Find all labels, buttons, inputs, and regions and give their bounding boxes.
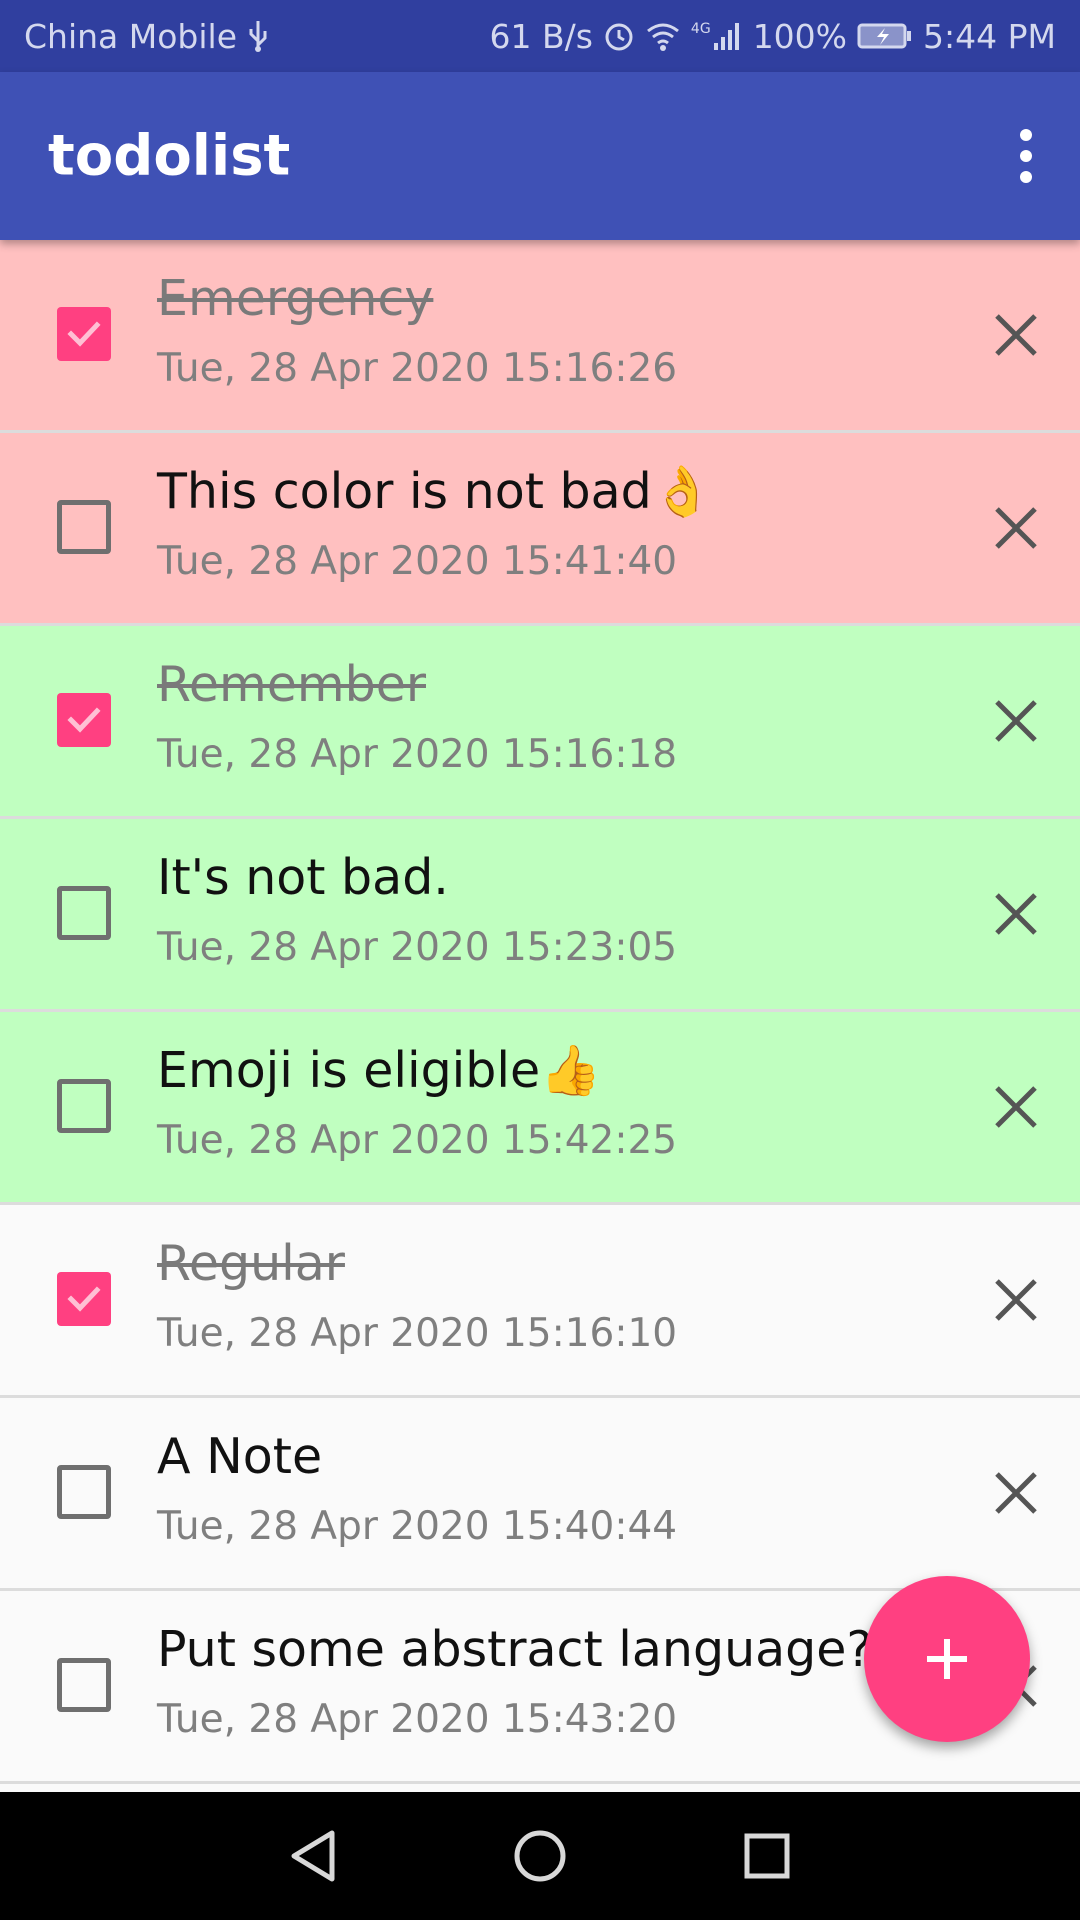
- delete-button[interactable]: [988, 886, 1044, 942]
- todo-title: Regular: [157, 1235, 345, 1292]
- todo-title: It's not bad.: [157, 849, 449, 906]
- delete-button[interactable]: [988, 1079, 1044, 1135]
- close-icon: [995, 893, 1037, 935]
- list-item[interactable]: Emoji is eligible👍 Tue, 28 Apr 2020 15:42…: [0, 1012, 1080, 1205]
- navigation-bar: [0, 1792, 1080, 1920]
- recents-icon: [744, 1833, 790, 1879]
- close-icon: [995, 700, 1037, 742]
- add-icon: [927, 1639, 967, 1679]
- list-item[interactable]: Remember Tue, 28 Apr 2020 15:16:18: [0, 626, 1080, 819]
- clock: 5:44 PM: [923, 16, 1056, 56]
- todo-date: Tue, 28 Apr 2020 15:23:05: [157, 925, 678, 970]
- signal-icon: 4G: [691, 21, 743, 51]
- wifi-icon: [645, 21, 681, 51]
- checkbox-checked[interactable]: [57, 693, 111, 747]
- status-bar-right: 61 B/s 4G 100% 5:44 PM: [489, 17, 1056, 56]
- delete-button[interactable]: [988, 307, 1044, 363]
- todo-title: Put some abstract language??: [157, 1621, 899, 1678]
- todo-date: Tue, 28 Apr 2020 15:41:40: [157, 539, 678, 584]
- todo-date: Tue, 28 Apr 2020 15:43:20: [157, 1697, 678, 1742]
- todo-date: Tue, 28 Apr 2020 15:16:18: [157, 732, 678, 777]
- status-bar-left: China Mobile: [24, 17, 269, 56]
- checkbox[interactable]: [57, 500, 111, 554]
- todo-title: Emergency: [157, 270, 434, 327]
- back-button[interactable]: [268, 1811, 358, 1901]
- close-icon: [995, 1472, 1037, 1514]
- delete-button[interactable]: [988, 693, 1044, 749]
- todo-date: Tue, 28 Apr 2020 15:42:25: [157, 1118, 678, 1163]
- network-type: 4G: [690, 21, 711, 37]
- back-icon: [291, 1830, 335, 1882]
- todo-title: This color is not bad👌: [157, 463, 713, 520]
- delete-button[interactable]: [988, 1272, 1044, 1328]
- list-item[interactable]: This color is not bad👌 Tue, 28 Apr 2020 1…: [0, 433, 1080, 626]
- home-icon: [514, 1830, 566, 1882]
- list-item[interactable]: Emergency Tue, 28 Apr 2020 15:16:26: [0, 240, 1080, 433]
- recents-button[interactable]: [722, 1811, 812, 1901]
- checkbox-checked[interactable]: [57, 307, 111, 361]
- carrier-label: China Mobile: [24, 16, 238, 56]
- close-icon: [995, 507, 1037, 549]
- list-item[interactable]: Regular Tue, 28 Apr 2020 15:16:10: [0, 1205, 1080, 1398]
- home-button[interactable]: [495, 1811, 585, 1901]
- todo-date: Tue, 28 Apr 2020 15:16:26: [157, 346, 678, 391]
- todo-title: Remember: [157, 656, 426, 713]
- battery-percent: 100%: [752, 16, 848, 56]
- checkbox[interactable]: [57, 1079, 111, 1133]
- app-bar: todolist: [0, 72, 1080, 240]
- list-item[interactable]: A Note Tue, 28 Apr 2020 15:40:44: [0, 1398, 1080, 1591]
- checkbox[interactable]: [57, 1465, 111, 1519]
- add-button[interactable]: [864, 1576, 1030, 1742]
- network-speed: 61 B/s: [489, 16, 593, 56]
- check-icon: [67, 1286, 101, 1312]
- checkbox-checked[interactable]: [57, 1272, 111, 1326]
- app-title: todolist: [48, 123, 291, 189]
- check-icon: [67, 707, 101, 733]
- close-icon: [995, 1086, 1037, 1128]
- close-icon: [995, 314, 1037, 356]
- list-item[interactable]: It's not bad. Tue, 28 Apr 2020 15:23:05: [0, 819, 1080, 1012]
- todo-title: Emoji is eligible👍: [157, 1042, 602, 1099]
- todo-date: Tue, 28 Apr 2020 15:16:10: [157, 1311, 678, 1356]
- delete-button[interactable]: [988, 500, 1044, 556]
- alarm-icon: [603, 20, 635, 52]
- checkbox[interactable]: [57, 1658, 111, 1712]
- check-icon: [67, 321, 101, 347]
- checkbox[interactable]: [57, 886, 111, 940]
- battery-charging-icon: [857, 22, 913, 50]
- todo-title: A Note: [157, 1428, 323, 1485]
- more-vert-icon[interactable]: [1002, 120, 1050, 192]
- status-bar: China Mobile 61 B/s 4G 100% 5:44 PM: [0, 0, 1080, 72]
- todo-date: Tue, 28 Apr 2020 15:40:44: [157, 1504, 678, 1549]
- close-icon: [995, 1279, 1037, 1321]
- todo-list: Emergency Tue, 28 Apr 2020 15:16:26 This c…: [0, 240, 1080, 1784]
- delete-button[interactable]: [988, 1465, 1044, 1521]
- usb-icon: [247, 19, 269, 53]
